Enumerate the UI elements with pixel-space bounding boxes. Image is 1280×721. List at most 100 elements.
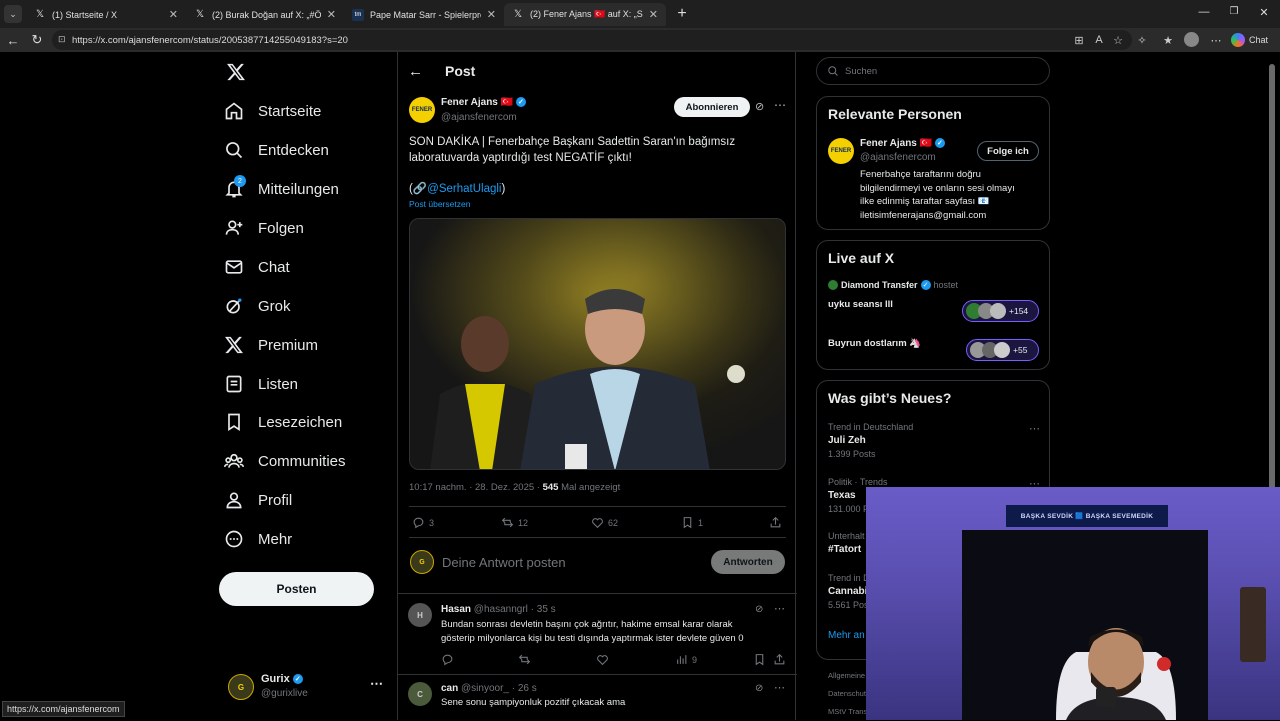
browser-toolbar: ← ↻ ⊡ https://x.com/ajansfenercom/status… (0, 28, 1280, 52)
profile-icon (226, 492, 242, 509)
post-timestamp: 10:17 nachm. · 28. Dez. 2025 · 545 Mal a… (409, 482, 621, 493)
more-icon[interactable]: ⋯ (370, 676, 383, 692)
antworten-button[interactable]: Antworten (711, 550, 785, 574)
folge-ich-button[interactable]: Folge ich (977, 141, 1039, 161)
bookmark-button[interactable]: 1 (681, 516, 703, 529)
author-name[interactable]: Fener Ajans (441, 97, 498, 108)
nav-item-folgen[interactable]: Folgen (224, 215, 304, 241)
verified-badge-icon: ✓ (292, 674, 303, 685)
repost-icon (501, 517, 514, 528)
window-close-icon[interactable]: ✕ (1256, 6, 1272, 22)
repost-button[interactable]: 12 (501, 516, 528, 529)
main-column: ← Post FENER Fener Ajans 🇹🇷 ✓ @ajansfene… (397, 52, 797, 720)
more-icon[interactable]: ⋯ (774, 681, 785, 694)
post-image[interactable] (409, 218, 786, 470)
browser-tab[interactable]: 𝕏 (1) Startseite / X ✕ (26, 3, 186, 26)
show-more-link[interactable]: Mehr an (828, 630, 865, 641)
people-icon (224, 453, 244, 468)
nav-item-premium[interactable]: Premium (224, 332, 318, 358)
share-button[interactable] (769, 516, 782, 529)
posten-button[interactable]: Posten (219, 572, 374, 606)
x-logo-icon[interactable] (226, 62, 246, 82)
close-icon[interactable]: ✕ (169, 8, 178, 21)
avatar: H (408, 603, 432, 627)
trend-item[interactable]: Trend in Deutschland Juli Zeh 1.399 Post… (828, 422, 1040, 459)
address-bar[interactable]: ⊡ https://x.com/ajansfenercom/status/200… (52, 30, 1132, 50)
translate-icon[interactable]: ⊞ (1071, 32, 1087, 48)
nav-item-grok[interactable]: Grok (224, 293, 291, 319)
browser-tab[interactable]: 𝕏 (2) Burak Doğan auf X: „#ÖZELHABER ✕ (186, 3, 344, 26)
reload-icon[interactable]: ↻ (29, 32, 45, 48)
browser-tab-active[interactable]: 𝕏 (2) Fener Ajans 🇹🇷 auf X: „SON DAKİKA … (504, 3, 666, 26)
nav-item-lesezeichen[interactable]: Lesezeichen (224, 409, 342, 435)
x-logo-icon (225, 336, 243, 354)
search-icon (828, 66, 838, 76)
translate-link[interactable]: Post übersetzen (409, 199, 470, 209)
extensions-icon[interactable]: ✧ (1134, 32, 1150, 48)
browser-tab[interactable]: tm Pape Matar Sarr - Spielerprofil 25/26… (344, 3, 504, 26)
like-button[interactable]: 62 (591, 516, 618, 529)
nav-item-mitteilungen[interactable]: 2 Mitteilungen (224, 175, 339, 202)
reply-icon[interactable] (441, 653, 454, 666)
nav-item-mehr[interactable]: Mehr (224, 526, 292, 552)
close-icon[interactable]: ✕ (649, 8, 658, 21)
copilot-icon (1231, 33, 1245, 47)
more-icon[interactable]: ⋯ (774, 602, 785, 615)
search-input[interactable]: Suchen (816, 57, 1050, 85)
avatar[interactable]: FENER (828, 138, 854, 164)
grok-icon[interactable]: ⊘ (755, 604, 763, 615)
author-avatar[interactable]: FENER (409, 97, 435, 123)
nav-item-listen[interactable]: Listen (224, 371, 298, 397)
account-switcher[interactable]: G Gurix ✓ @gurixlive ⋯ (226, 672, 386, 702)
nav-item-communities[interactable]: Communities (224, 448, 346, 474)
nav-item-entdecken[interactable]: Entdecken (224, 137, 329, 163)
grok-icon[interactable]: ⊘ (755, 683, 763, 694)
close-icon[interactable]: ✕ (327, 8, 336, 21)
browser-tab-bar: ⌄ 𝕏 (1) Startseite / X ✕ 𝕏 (2) Burak Doğ… (0, 0, 1280, 28)
nav-item-profil[interactable]: Profil (224, 487, 292, 513)
bookmark-icon[interactable] (753, 653, 766, 666)
bookmark-icon (228, 413, 240, 432)
more-icon[interactable]: ⋯ (1029, 422, 1040, 435)
grok-icon[interactable]: ⊘ (755, 100, 764, 113)
more-circle-icon (225, 530, 243, 548)
copilot-chat-button[interactable]: Chat (1231, 31, 1268, 49)
browser-menu-icon[interactable]: ⋯ (1208, 32, 1224, 48)
read-aloud-icon[interactable]: A (1091, 32, 1107, 48)
status-bar-url: https://x.com/ajansfenercom (2, 701, 125, 717)
abonnieren-button[interactable]: Abonnieren (674, 97, 750, 117)
reply-input[interactable]: Deine Antwort posten (442, 555, 692, 570)
nav-item-startseite[interactable]: Startseite (224, 98, 321, 124)
live-on-x-card: Live auf X Diamond Transfer ✓ hostet uyk… (816, 240, 1050, 370)
restore-icon[interactable]: ❐ (1226, 6, 1242, 22)
close-icon[interactable]: ✕ (487, 8, 496, 21)
site-info-icon[interactable]: ⊡ (58, 34, 66, 45)
back-arrow-icon[interactable]: ← (408, 63, 423, 80)
more-icon[interactable]: ⋯ (774, 98, 786, 112)
repost-icon[interactable] (518, 653, 531, 666)
profile-avatar-icon[interactable] (1184, 32, 1199, 47)
host-avatar (828, 280, 838, 290)
back-arrow-icon[interactable]: ← (5, 32, 21, 48)
views-button[interactable]: 9 (675, 653, 697, 666)
share-icon[interactable] (773, 653, 786, 666)
relevant-people-card: Relevante Personen FENER Fener Ajans 🇹🇷 … (816, 96, 1050, 230)
x-favicon-icon: 𝕏 (35, 9, 45, 20)
space-item[interactable]: uyku seansı lll +154 (828, 298, 1040, 322)
mention-link[interactable]: @SerhatUlagli (427, 183, 501, 195)
space-item[interactable]: Buyrun dostlarım 🦄 +55 (828, 337, 1040, 361)
heart-icon[interactable] (596, 653, 609, 666)
author-handle[interactable]: @ajansfenercom (441, 112, 517, 123)
minimize-icon[interactable]: — (1196, 6, 1212, 22)
streamer-figure (1056, 628, 1176, 720)
listener-avatars: +154 (962, 300, 1039, 322)
x-favicon-icon: 𝕏 (195, 9, 205, 20)
reply-button[interactable]: 3 (412, 516, 434, 529)
tab-list-button[interactable]: ⌄ (4, 5, 22, 23)
page-title: Post (445, 63, 476, 79)
new-tab-button[interactable]: + (672, 4, 692, 24)
favorites-icon[interactable]: ★ (1160, 32, 1176, 48)
nav-item-chat[interactable]: Chat (224, 254, 290, 280)
favorite-star-icon[interactable]: ☆ (1110, 32, 1126, 48)
heart-icon (592, 518, 603, 529)
